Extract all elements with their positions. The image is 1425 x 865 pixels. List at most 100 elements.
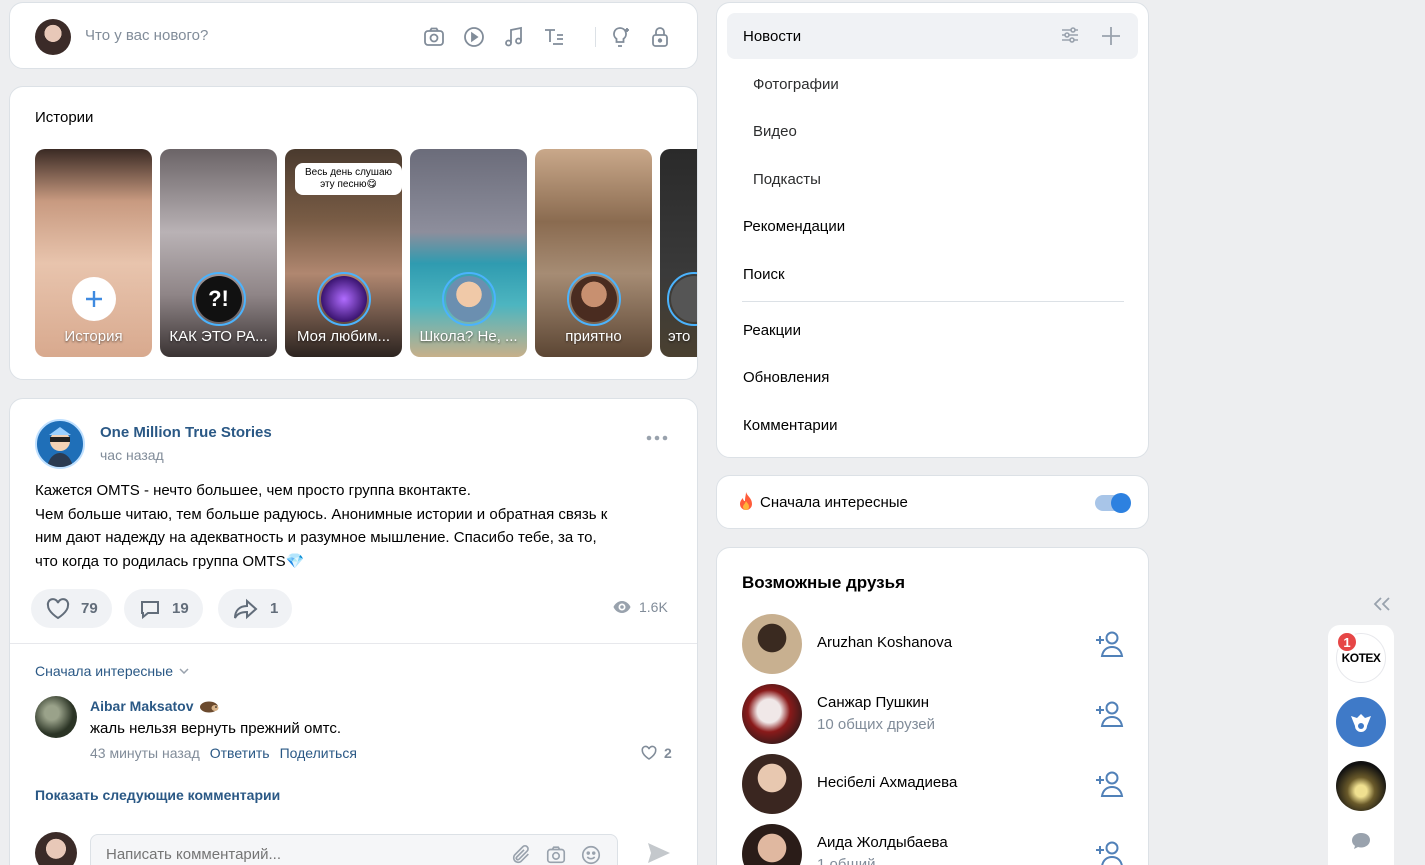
group-avatar[interactable] [35, 419, 85, 469]
menu-item-news[interactable]: Новости [727, 13, 1138, 59]
comment-count: 19 [172, 600, 189, 617]
fire-icon [737, 492, 755, 512]
hedgehog-emoji-icon [199, 699, 219, 713]
menu-item-reactions[interactable]: Реакции [727, 307, 1138, 353]
story-item[interactable]: Школа? Не, ... [410, 149, 527, 357]
music-icon[interactable] [501, 24, 527, 50]
story-item[interactable]: Весь день слушаю эту песню😋 Моя любим... [285, 149, 402, 357]
commenter-name-link[interactable]: Aibar Maksatov [90, 698, 219, 714]
friend-suggestion: Несібелі Ахмадиева [742, 754, 1132, 816]
add-friend-icon[interactable] [1095, 840, 1127, 865]
friend-avatar[interactable] [742, 614, 802, 674]
mutual-friends: 1 общий [817, 856, 876, 865]
unread-badge: 1 [1336, 631, 1358, 653]
friend-avatar[interactable] [742, 754, 802, 814]
story-avatar [316, 272, 371, 326]
menu-item-photos[interactable]: Фотографии [727, 61, 1138, 107]
comment-button[interactable]: 19 [124, 589, 203, 628]
article-icon[interactable] [541, 24, 567, 50]
story-item[interactable]: приятно [535, 149, 652, 357]
comment-time[interactable]: 43 минуты назад [90, 745, 200, 761]
friend-name[interactable]: Aruzhan Koshanova [817, 634, 952, 651]
composer-placeholder[interactable]: Что у вас нового? [85, 27, 208, 44]
story-label: это [668, 328, 691, 345]
add-icon[interactable] [1100, 25, 1122, 47]
friend-name[interactable]: Несібелі Ахмадиева [817, 774, 957, 791]
possible-friends-title: Возможные друзья [742, 573, 905, 592]
smile-icon[interactable] [580, 844, 602, 865]
comment-like-count: 2 [664, 745, 672, 761]
friend-suggestion: Aruzhan Koshanova [742, 614, 1132, 676]
show-next-comments-link[interactable]: Показать следующие комментарии [35, 787, 280, 803]
menu-item-label: Обновления [743, 368, 830, 386]
composer-separator [595, 27, 596, 47]
toggle-knob [1111, 493, 1131, 513]
stories-block: Истории История ?! КАК ЭТО РА... Весь де… [9, 86, 698, 380]
send-icon[interactable] [646, 841, 672, 865]
comments-sort-label: Сначала интересные [35, 663, 173, 679]
camera-icon[interactable] [544, 844, 568, 865]
share-comment-link[interactable]: Поделиться [280, 745, 357, 761]
story-create[interactable]: История [35, 149, 152, 357]
story-item[interactable]: это [660, 149, 697, 357]
reply-link[interactable]: Ответить [210, 745, 270, 761]
more-icon[interactable] [646, 435, 668, 441]
my-avatar[interactable] [35, 832, 77, 865]
menu-item-label: Новости [743, 27, 802, 45]
attach-icon[interactable] [510, 844, 532, 865]
mutual-friends: 10 общих друзей [817, 716, 936, 733]
comment-like-button[interactable]: 2 [640, 745, 672, 761]
possible-friends-block: Возможные друзья Aruzhan Koshanova Санжа… [716, 547, 1149, 865]
video-icon[interactable] [461, 24, 487, 50]
like-count: 79 [81, 600, 98, 617]
add-friend-icon[interactable] [1095, 700, 1127, 728]
story-avatar [566, 272, 621, 326]
friend-name[interactable]: Аида Жолдыбаева [817, 834, 948, 851]
post-text-line: Чем больше читаю, тем больше радуюсь. Ан… [35, 505, 608, 523]
share-icon [232, 597, 260, 621]
friend-avatar[interactable] [742, 824, 802, 865]
story-item[interactable]: ?! КАК ЭТО РА... [160, 149, 277, 357]
comments-sort-dropdown[interactable]: Сначала интересные [35, 663, 189, 679]
menu-item-recommendations[interactable]: Рекомендации [727, 203, 1138, 249]
messages-icon[interactable] [1350, 831, 1372, 851]
add-friend-icon[interactable] [1095, 630, 1127, 658]
comment-text: жаль нельзя вернуть прежний омтс. [90, 720, 342, 737]
chat-group[interactable] [1336, 761, 1386, 811]
interesting-first-toggle[interactable] [1095, 493, 1131, 513]
share-button[interactable]: 1 [218, 589, 293, 628]
menu-item-podcasts[interactable]: Подкасты [727, 156, 1138, 202]
friend-name[interactable]: Санжар Пушкин [817, 694, 929, 711]
commenter-avatar[interactable] [35, 696, 77, 738]
post-divider [10, 643, 697, 644]
lock-icon[interactable] [647, 24, 673, 50]
menu-item-updates[interactable]: Обновления [727, 354, 1138, 400]
story-avatar [667, 272, 697, 326]
menu-divider [742, 301, 1124, 302]
group-name-link[interactable]: One Million True Stories [100, 424, 272, 441]
my-avatar[interactable] [35, 19, 71, 55]
menu-item-comments[interactable]: Комментарии [727, 402, 1138, 448]
like-button[interactable]: 79 [31, 589, 112, 628]
menu-item-video[interactable]: Видео [727, 108, 1138, 154]
heart-icon [640, 745, 658, 761]
post-text-line: ним дают надежду на адекватность и разум… [35, 529, 597, 546]
feed-menu: Новости Фотографии Видео Подкасты Рекоме… [716, 2, 1149, 458]
story-label: Школа? Не, ... [419, 328, 518, 345]
chat-community[interactable] [1336, 697, 1386, 747]
comment-meta: 43 минуты назад Ответить Поделиться [90, 745, 357, 761]
post-time[interactable]: час назад [100, 447, 164, 463]
camera-icon[interactable] [421, 24, 447, 50]
post-composer: Что у вас нового? [9, 2, 698, 69]
filter-settings-icon[interactable] [1060, 25, 1080, 47]
collapse-rail-icon[interactable] [1372, 596, 1392, 612]
story-avatar: ?! [191, 272, 246, 326]
comment-icon [138, 597, 162, 621]
menu-item-search[interactable]: Поиск [727, 251, 1138, 297]
idea-icon[interactable] [607, 24, 633, 50]
menu-item-label: Фотографии [753, 75, 839, 93]
add-friend-icon[interactable] [1095, 770, 1127, 798]
friend-avatar[interactable] [742, 684, 802, 744]
menu-item-label: Видео [753, 122, 797, 140]
post-text-line: Кажется OMTS - нечто большее, чем просто… [35, 482, 471, 499]
